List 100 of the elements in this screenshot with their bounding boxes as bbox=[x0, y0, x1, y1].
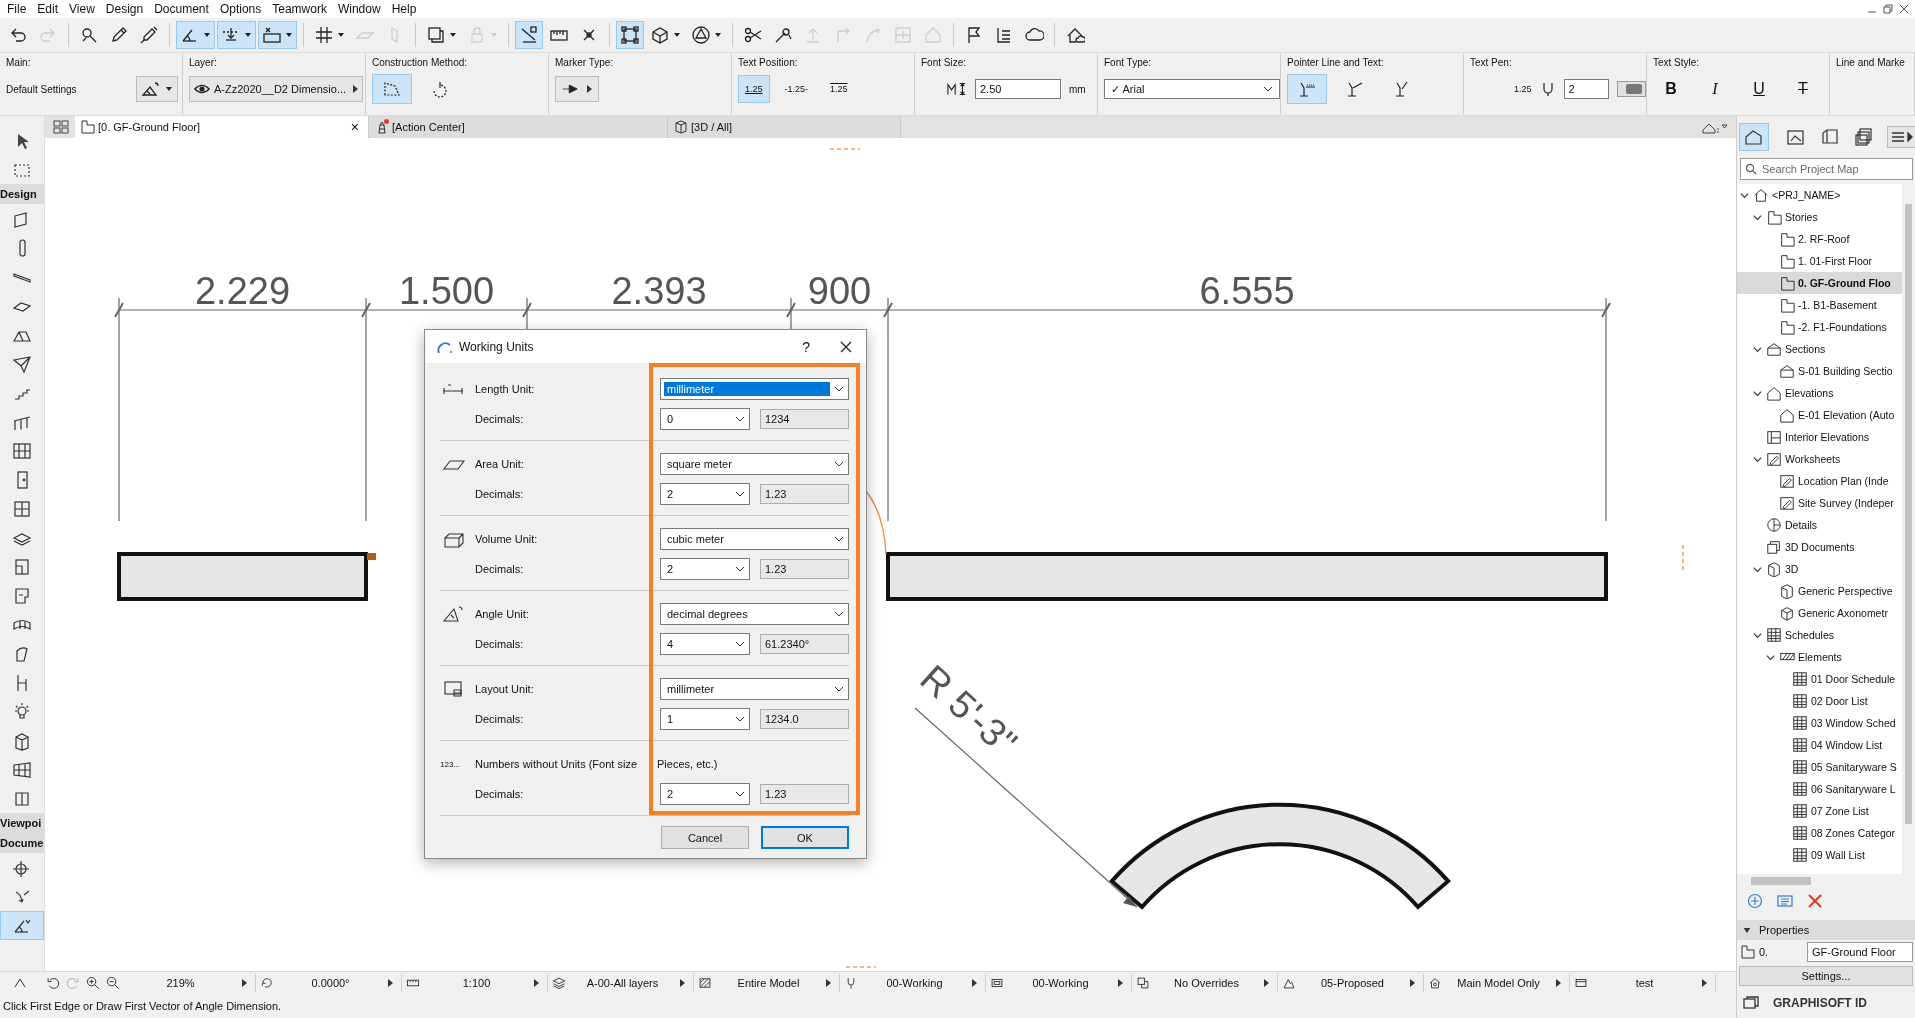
close-icon[interactable] bbox=[1899, 4, 1909, 14]
caret-icon[interactable] bbox=[825, 979, 831, 987]
tree-item[interactable]: Schedules bbox=[1737, 624, 1902, 646]
caret-icon[interactable] bbox=[1701, 979, 1707, 987]
caret-icon[interactable] bbox=[1263, 979, 1269, 987]
windows-icon[interactable] bbox=[1743, 995, 1759, 1011]
toolbox-group-header[interactable]: Design bbox=[0, 184, 44, 204]
font-size-field[interactable]: 2.50 bbox=[975, 79, 1061, 99]
caret-icon[interactable] bbox=[971, 979, 977, 987]
zoom-in-icon[interactable] bbox=[86, 976, 100, 990]
tree-item[interactable]: Interior Elevations bbox=[1737, 426, 1902, 448]
tree-item[interactable]: Elements bbox=[1737, 646, 1902, 668]
snap-guide-button[interactable] bbox=[217, 21, 256, 49]
decimals-dropdown[interactable]: 4 bbox=[660, 633, 750, 655]
story-name-field[interactable]: GF-Ground Floor bbox=[1807, 942, 1913, 962]
status-value[interactable]: 1:100 bbox=[426, 977, 527, 989]
unit-dropdown[interactable]: square meter bbox=[660, 453, 849, 475]
expanded-icon[interactable] bbox=[1765, 652, 1775, 662]
toolbox-group-header[interactable]: Viewpoi bbox=[0, 813, 44, 833]
tree-item[interactable]: 02 Door List bbox=[1737, 690, 1902, 712]
layers-icon[interactable] bbox=[552, 976, 566, 990]
expanded-icon[interactable] bbox=[1752, 454, 1762, 464]
marker-type-button[interactable] bbox=[555, 76, 599, 102]
project-map-tab[interactable] bbox=[1739, 123, 1769, 151]
caret-icon[interactable] bbox=[241, 979, 247, 987]
tree-item[interactable]: -2. F1-Foundations bbox=[1737, 316, 1902, 338]
tree-item[interactable]: 09 Wall List bbox=[1737, 844, 1902, 866]
menu-item[interactable]: Design bbox=[100, 2, 150, 16]
tree-item[interactable]: S-01 Building Sectio bbox=[1737, 360, 1902, 382]
pen-number-field[interactable]: 2 bbox=[1563, 79, 1609, 99]
undo-icon[interactable] bbox=[46, 976, 60, 990]
cancel-button[interactable]: Cancel bbox=[661, 826, 749, 849]
decimals-dropdown[interactable]: 0 bbox=[660, 408, 750, 430]
zoom-icon[interactable] bbox=[106, 976, 120, 990]
pane-handle[interactable] bbox=[845, 966, 877, 968]
add-icon[interactable] bbox=[1747, 893, 1763, 909]
properties-header[interactable]: Properties bbox=[1737, 920, 1915, 940]
status-value[interactable]: No Overrides bbox=[1156, 977, 1257, 989]
favorites-button[interactable] bbox=[136, 76, 178, 102]
font-dropdown[interactable]: ✓ Arial bbox=[1104, 79, 1280, 99]
tree-item[interactable]: Location Plan (Inde bbox=[1737, 470, 1902, 492]
tree-item[interactable]: Generic Axonometr bbox=[1737, 602, 1902, 624]
view-tab[interactable]: [3D / All] bbox=[668, 116, 901, 138]
tab-overview-icon[interactable] bbox=[53, 120, 69, 134]
polyline-method-option[interactable] bbox=[372, 74, 412, 104]
rectangle-icon[interactable] bbox=[990, 976, 1004, 990]
unit-dropdown[interactable]: cubic meter bbox=[660, 528, 849, 550]
text-style-button[interactable]: I bbox=[1697, 75, 1733, 103]
unit-dropdown[interactable]: decimal degrees bbox=[660, 603, 849, 625]
tree-item[interactable]: 03 Window Sched bbox=[1737, 712, 1902, 734]
caret-icon[interactable] bbox=[679, 979, 685, 987]
pen-swatch[interactable] bbox=[1616, 81, 1646, 97]
status-value[interactable]: 219% bbox=[126, 977, 235, 989]
delete-icon[interactable] bbox=[1807, 893, 1823, 909]
status-value[interactable]: Entire Model bbox=[718, 977, 819, 989]
caret-icon[interactable] bbox=[387, 979, 393, 987]
close-icon[interactable] bbox=[840, 340, 852, 353]
rotate-icon[interactable] bbox=[260, 976, 274, 990]
caret-icon[interactable] bbox=[1409, 979, 1415, 987]
menu-item[interactable]: File bbox=[2, 2, 33, 16]
tree-item[interactable]: 07 Zone List bbox=[1737, 800, 1902, 822]
rectangle-icon[interactable] bbox=[1574, 976, 1588, 990]
tree-item[interactable]: 01 Door Schedule bbox=[1737, 668, 1902, 690]
coordinate-button[interactable] bbox=[258, 21, 297, 49]
text-position-option[interactable]: 1.25 bbox=[823, 75, 855, 103]
caret-icon[interactable] bbox=[1117, 979, 1123, 987]
tree-item[interactable]: Stories bbox=[1737, 206, 1902, 228]
caret-icon[interactable] bbox=[533, 979, 539, 987]
ok-button[interactable]: OK bbox=[761, 826, 849, 849]
pointer-line-option[interactable] bbox=[1287, 74, 1327, 104]
tree-item[interactable]: Generic Perspective bbox=[1737, 580, 1902, 602]
account-label[interactable]: GRAPHISOFT ID bbox=[1773, 996, 1867, 1010]
menu-item[interactable]: Window bbox=[332, 2, 387, 16]
collapse-icon[interactable] bbox=[14, 978, 26, 988]
tab-close-button[interactable]: × bbox=[347, 119, 362, 135]
tree-item[interactable]: 08 Zones Categor bbox=[1737, 822, 1902, 844]
help-button[interactable]: ? bbox=[802, 338, 810, 355]
expanded-icon[interactable] bbox=[1752, 388, 1762, 398]
caret-icon[interactable] bbox=[244, 31, 252, 39]
expanded-icon[interactable] bbox=[1752, 344, 1762, 354]
caret-icon[interactable] bbox=[449, 31, 457, 39]
menu-item[interactable]: Edit bbox=[32, 2, 65, 16]
pane-handle[interactable] bbox=[1682, 544, 1684, 572]
unit-dropdown[interactable]: millimeter bbox=[660, 678, 849, 700]
menu-item[interactable]: Help bbox=[386, 2, 423, 16]
tree-item[interactable]: 0. GF-Ground Floo bbox=[1737, 272, 1902, 294]
angle-dimension-button[interactable] bbox=[176, 21, 215, 49]
tree-item[interactable]: 04 Window List bbox=[1737, 734, 1902, 756]
pane-handle[interactable] bbox=[829, 148, 861, 150]
panel-menu-button[interactable] bbox=[1887, 126, 1915, 148]
text-position-option[interactable]: 1.25 bbox=[738, 75, 770, 103]
caret-icon[interactable] bbox=[285, 31, 293, 39]
status-value[interactable]: A-00-All layers bbox=[572, 977, 673, 989]
status-value[interactable]: test bbox=[1594, 977, 1695, 989]
tree-item[interactable]: 3D bbox=[1737, 558, 1902, 580]
decimals-dropdown[interactable]: 2 bbox=[660, 483, 750, 505]
expanded-icon[interactable] bbox=[1752, 630, 1762, 640]
view-tab[interactable]: [0. GF-Ground Floor] × bbox=[75, 116, 369, 138]
tree-item[interactable]: Worksheets bbox=[1737, 448, 1902, 470]
caret-icon[interactable] bbox=[203, 31, 211, 39]
